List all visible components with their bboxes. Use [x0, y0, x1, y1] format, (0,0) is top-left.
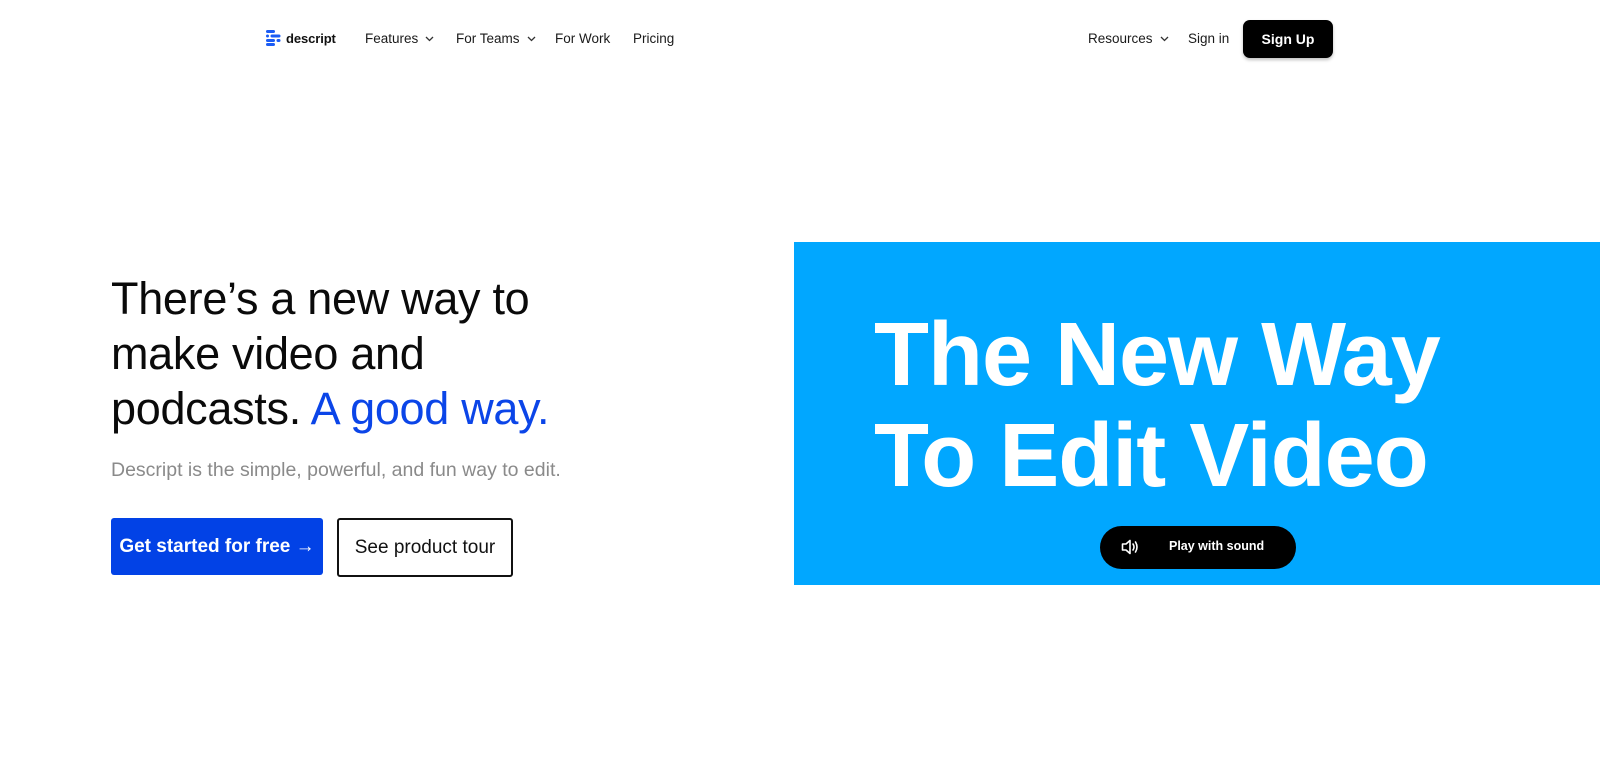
headline-line-2: make video and [111, 328, 425, 379]
descript-logo-icon [266, 30, 281, 46]
sign-in-link[interactable]: Sign in [1188, 31, 1229, 46]
video-title-line-1: The New Way [874, 305, 1441, 405]
nav-item-label: Features [365, 31, 419, 46]
product-tour-button[interactable]: See product tour [337, 518, 513, 577]
hero-headline: There’s a new way to make video and podc… [111, 271, 731, 436]
video-title: The New Way To Edit Video [874, 305, 1441, 507]
video-title-line-2: To Edit Video [874, 406, 1429, 506]
nav-item-label: For Teams [456, 31, 520, 46]
nav-item-pricing[interactable]: Pricing [633, 31, 674, 46]
nav-item-resources[interactable]: Resources [1088, 31, 1169, 46]
nav-item-features[interactable]: Features [365, 31, 434, 46]
chevron-down-icon [527, 36, 535, 41]
get-started-button[interactable]: Get started for free → [111, 518, 323, 575]
sign-up-button[interactable]: Sign Up [1243, 20, 1333, 58]
nav-item-for-work[interactable]: For Work [555, 31, 610, 46]
descript-logo[interactable]: descript [266, 30, 336, 46]
headline-line-3: podcasts. [111, 383, 301, 434]
nav-item-label: Resources [1088, 31, 1153, 46]
speaker-icon [1121, 539, 1138, 555]
top-navigation: descript Features For Teams For Work Pri… [0, 0, 1600, 78]
chevron-down-icon [425, 36, 434, 41]
nav-item-label: For Work [555, 31, 611, 46]
nav-item-for-teams[interactable]: For Teams [456, 31, 536, 46]
hero-subheadline: Descript is the simple, powerful, and fu… [111, 459, 561, 481]
nav-item-label: Pricing [633, 31, 675, 46]
headline-line-1: There’s a new way to [111, 273, 530, 324]
chevron-down-icon [1160, 36, 1168, 41]
hero-video[interactable]: The New Way To Edit Video Play with soun… [794, 242, 1600, 585]
sign-in-label: Sign in [1188, 31, 1230, 46]
headline-accent: A good way. [310, 383, 550, 434]
play-with-sound-button[interactable]: Play with sound [1100, 526, 1296, 569]
logo-text: descript [286, 30, 336, 46]
play-with-sound-label: Play with sound [1169, 539, 1265, 553]
